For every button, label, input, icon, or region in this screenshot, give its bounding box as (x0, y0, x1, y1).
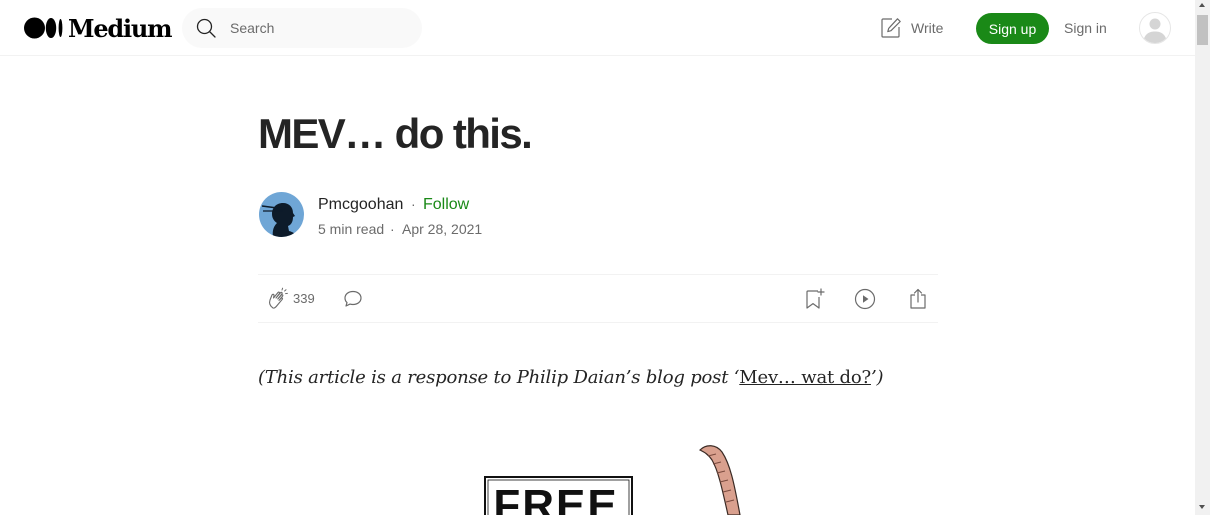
share-icon[interactable] (906, 287, 930, 316)
search-input[interactable] (228, 19, 402, 37)
intro-text-prefix: (This article is a response to Philip Da… (258, 367, 740, 388)
article-illustration: FREE (470, 440, 770, 515)
search-icon (196, 18, 216, 38)
sign-in-link[interactable]: Sign in (1064, 20, 1107, 36)
user-avatar-icon[interactable] (1139, 12, 1171, 44)
clap-count[interactable]: 339 (293, 291, 315, 306)
medium-logo-icon (24, 17, 64, 39)
scroll-up-arrow-icon[interactable] (1199, 3, 1205, 7)
top-navigation: Medium Write Sign up Sign in (0, 0, 1195, 56)
comment-icon[interactable] (342, 288, 364, 315)
write-button[interactable]: Write (880, 17, 943, 39)
bookmark-add-icon[interactable] (802, 287, 826, 316)
article-action-bar: 339 (258, 274, 938, 323)
author-name[interactable]: Pmcgoohan (318, 196, 403, 214)
write-icon (881, 18, 901, 38)
clap-icon[interactable] (266, 287, 290, 316)
medium-logo-text: Medium (68, 13, 173, 43)
write-label: Write (911, 20, 944, 36)
referenced-post-link[interactable]: Mev… wat do? (739, 367, 871, 388)
sign-up-button[interactable]: Sign up (976, 13, 1049, 44)
meta-separator: · (411, 196, 416, 212)
search-bar[interactable] (182, 8, 422, 48)
read-time: 5 min read (318, 221, 385, 237)
scroll-thumb[interactable] (1197, 15, 1208, 45)
scroll-down-arrow-icon[interactable] (1199, 505, 1205, 509)
article-title: MEV… do this. (258, 110, 533, 157)
play-circle-icon[interactable] (853, 287, 877, 316)
intro-text-suffix: ’) (870, 367, 884, 388)
meta-separator: · (390, 221, 395, 237)
medium-logo[interactable]: Medium (24, 13, 173, 43)
follow-button[interactable]: Follow (423, 196, 469, 214)
author-avatar[interactable] (259, 192, 304, 237)
article-intro: (This article is a response to Philip Da… (258, 367, 884, 388)
sign-free-text: FREE (493, 481, 618, 515)
publish-date: Apr 28, 2021 (402, 221, 483, 237)
scrollbar[interactable] (1195, 0, 1210, 515)
